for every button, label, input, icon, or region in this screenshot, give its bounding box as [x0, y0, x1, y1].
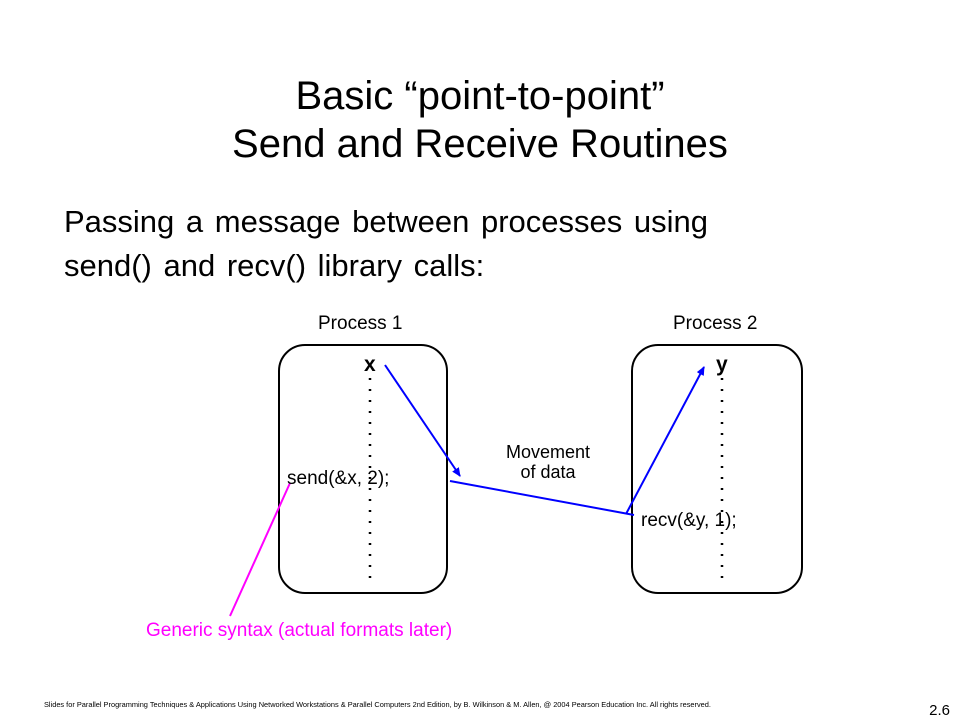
process-2-box [631, 344, 803, 594]
movement-line-2: of data [520, 462, 576, 482]
transfer-line [449, 480, 635, 516]
process-1-label: Process 1 [318, 313, 403, 334]
send-call-label: send(&x, 2); [287, 468, 390, 489]
receive-arrow [625, 366, 705, 515]
movement-of-data-label: Movement of data [470, 442, 626, 482]
variable-y: y [716, 353, 728, 376]
recv-call-label: recv(&y, 1); [641, 510, 737, 531]
variable-x: x [364, 353, 376, 376]
message-passing-diagram [229, 344, 803, 617]
process-2-label: Process 2 [673, 313, 758, 334]
send-arrow [384, 364, 461, 477]
movement-line-1: Movement [505, 442, 591, 462]
slide-footer: Slides for Parallel Programming Techniqu… [44, 700, 711, 709]
page-number: 2.6 [929, 702, 950, 719]
annotation-pointer [229, 482, 291, 617]
generic-syntax-annotation: Generic syntax (actual formats later) [146, 620, 453, 641]
